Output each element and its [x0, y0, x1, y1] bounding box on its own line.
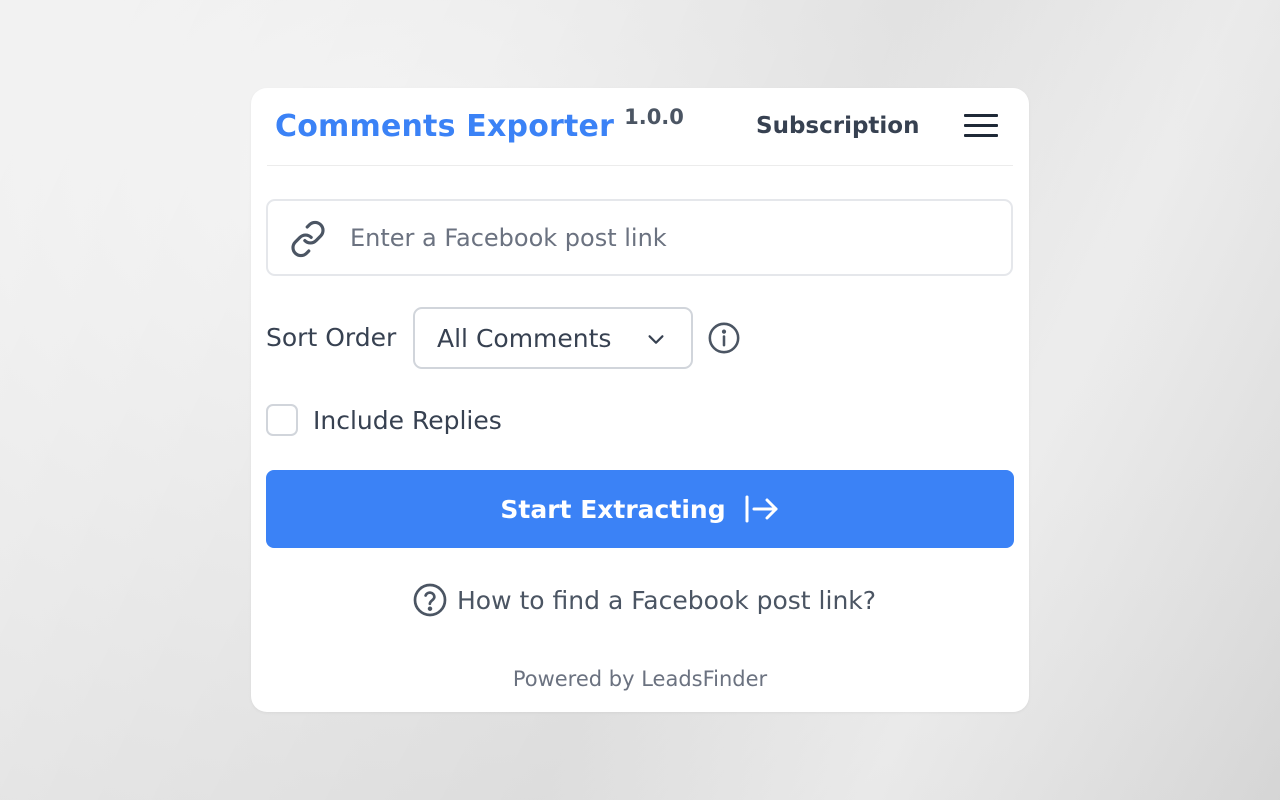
app-title: Comments Exporter	[275, 109, 615, 144]
header: Comments Exporter 1.0.0 Subscription	[267, 88, 1013, 166]
include-replies-checkbox[interactable]	[266, 404, 298, 436]
menu-line	[964, 134, 998, 137]
subscription-link[interactable]: Subscription	[756, 110, 919, 142]
help-link[interactable]: How to find a Facebook post link?	[412, 581, 876, 619]
extension-popup-card: Comments Exporter 1.0.0 Subscription Sor…	[251, 88, 1029, 712]
sort-order-value: All Comments	[437, 324, 612, 353]
post-link-field[interactable]	[266, 199, 1013, 276]
app-version: 1.0.0	[624, 105, 684, 129]
sort-order-select[interactable]: All Comments	[413, 307, 693, 369]
include-replies-label: Include Replies	[313, 405, 502, 435]
start-extracting-label: Start Extracting	[500, 494, 726, 524]
link-icon	[291, 220, 325, 258]
chevron-down-icon	[648, 335, 664, 344]
sort-order-label: Sort Order	[266, 323, 397, 352]
hamburger-menu-icon[interactable]	[963, 112, 1001, 140]
info-icon[interactable]	[707, 321, 741, 355]
arrow-right-to-line-icon	[745, 495, 778, 523]
footer-credit: Powered by LeadsFinder	[512, 667, 768, 691]
menu-line	[964, 114, 998, 117]
post-link-input[interactable]	[350, 215, 990, 261]
question-circle-icon	[413, 583, 447, 617]
brand: Comments Exporter 1.0.0	[275, 105, 684, 146]
include-replies-row[interactable]: Include Replies	[266, 403, 502, 437]
start-extracting-button[interactable]: Start Extracting	[266, 470, 1014, 548]
help-link-text: How to find a Facebook post link?	[457, 585, 877, 615]
menu-line	[964, 124, 998, 127]
